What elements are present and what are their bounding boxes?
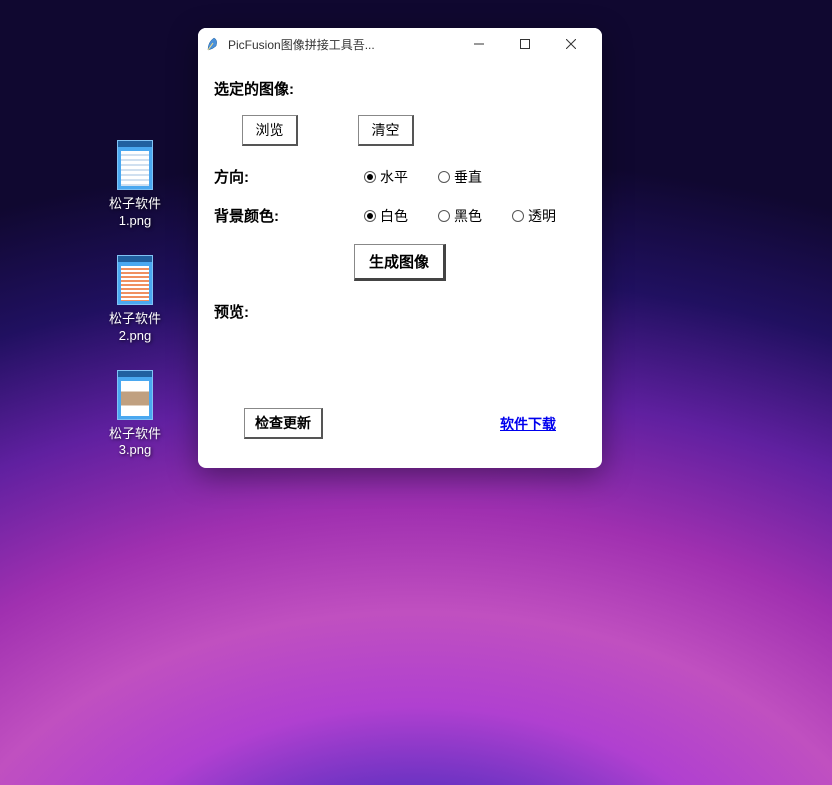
direction-row: 方向: 水平 垂直 xyxy=(214,166,586,187)
radio-icon xyxy=(438,210,450,222)
browse-button[interactable]: 浏览 xyxy=(242,115,298,146)
file-thumbnail-icon xyxy=(117,370,153,420)
radio-label: 水平 xyxy=(380,167,408,187)
app-window: PicFusion图像拼接工具吾... 选定的图像: 浏览 清空 方向: 水 xyxy=(198,28,602,468)
close-icon xyxy=(566,39,576,49)
selected-images-label: 选定的图像: xyxy=(214,78,586,99)
radio-black[interactable]: 黑色 xyxy=(438,206,482,226)
radio-white[interactable]: 白色 xyxy=(364,206,408,226)
file-label: 松子软件2.png xyxy=(90,311,180,345)
radio-transparent[interactable]: 透明 xyxy=(512,206,556,226)
bgcolor-radio-group: 白色 黑色 透明 xyxy=(364,206,556,226)
minimize-button[interactable] xyxy=(456,29,502,59)
radio-vertical[interactable]: 垂直 xyxy=(438,167,482,187)
window-title: PicFusion图像拼接工具吾... xyxy=(228,36,456,53)
radio-label: 垂直 xyxy=(454,167,482,187)
preview-area xyxy=(214,338,586,388)
window-body: 选定的图像: 浏览 清空 方向: 水平 垂直 背景颜色: xyxy=(198,60,602,449)
bgcolor-row: 背景颜色: 白色 黑色 透明 xyxy=(214,205,586,226)
minimize-icon xyxy=(474,39,484,49)
file-label: 松子软件3.png xyxy=(90,426,180,460)
desktop-icon-file[interactable]: 松子软件2.png xyxy=(90,255,180,345)
radio-horizontal[interactable]: 水平 xyxy=(364,167,408,187)
file-thumbnail-icon xyxy=(117,255,153,305)
bgcolor-label: 背景颜色: xyxy=(214,205,364,226)
direction-label: 方向: xyxy=(214,166,364,187)
desktop-icon-file[interactable]: 松子软件3.png xyxy=(90,370,180,460)
close-button[interactable] xyxy=(548,29,594,59)
check-update-button[interactable]: 检查更新 xyxy=(244,408,323,439)
generate-row: 生成图像 xyxy=(214,244,586,281)
desktop-icon-file[interactable]: 松子软件1.png xyxy=(90,140,180,230)
footer-row: 检查更新 软件下载 xyxy=(214,408,586,439)
file-thumbnail-icon xyxy=(117,140,153,190)
file-buttons-row: 浏览 清空 xyxy=(214,115,586,146)
radio-icon xyxy=(438,171,450,183)
file-label: 松子软件1.png xyxy=(90,196,180,230)
window-controls xyxy=(456,29,594,59)
direction-radio-group: 水平 垂直 xyxy=(364,167,482,187)
download-link[interactable]: 软件下载 xyxy=(500,414,556,434)
radio-label: 透明 xyxy=(528,206,556,226)
radio-label: 黑色 xyxy=(454,206,482,226)
preview-label: 预览: xyxy=(214,301,586,322)
maximize-icon xyxy=(520,39,530,49)
desktop-icons-area: 松子软件1.png 松子软件2.png 松子软件3.png xyxy=(90,140,180,484)
maximize-button[interactable] xyxy=(502,29,548,59)
radio-label: 白色 xyxy=(380,206,408,226)
app-feather-icon xyxy=(206,36,222,52)
titlebar[interactable]: PicFusion图像拼接工具吾... xyxy=(198,28,602,60)
radio-icon xyxy=(364,171,376,183)
radio-icon xyxy=(364,210,376,222)
generate-button[interactable]: 生成图像 xyxy=(354,244,446,281)
clear-button[interactable]: 清空 xyxy=(358,115,414,146)
radio-icon xyxy=(512,210,524,222)
